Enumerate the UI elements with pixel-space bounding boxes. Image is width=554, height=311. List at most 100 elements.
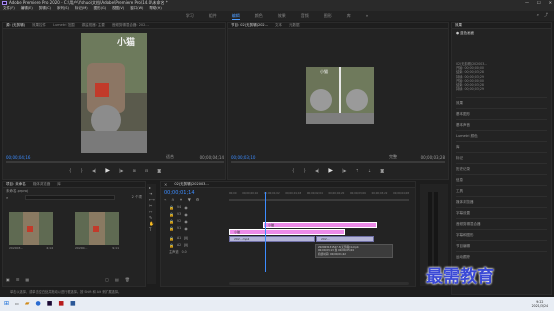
- tab-program[interactable]: 节目: 02(无剪辑)202...: [231, 23, 268, 28]
- workspace-assembly[interactable]: 组件: [209, 13, 217, 19]
- taskbar-clock[interactable]: 9:22 2021/3/24: [532, 300, 554, 308]
- program-step-forward-icon[interactable]: |▶: [342, 169, 346, 173]
- premiere-taskbar-icon[interactable]: ■: [47, 301, 53, 307]
- panel-item-essential-sound[interactable]: 基本声音: [456, 119, 547, 130]
- hand-tool-icon[interactable]: ✋: [149, 222, 154, 226]
- lock-icon[interactable]: 🔒: [169, 212, 174, 217]
- pen-tool-icon[interactable]: ✎: [149, 216, 154, 220]
- panel-item-tools[interactable]: 工具: [456, 185, 547, 196]
- video-clip[interactable]: 202...: [316, 236, 374, 242]
- search-icon[interactable]: ⌕: [537, 13, 539, 17]
- overwrite-icon[interactable]: ⊟: [145, 169, 148, 173]
- export-frame-icon[interactable]: ◙: [380, 169, 384, 173]
- tab-source[interactable]: 源: (无剪辑): [6, 23, 25, 28]
- snap-icon[interactable]: ∩: [171, 198, 174, 202]
- eye-icon[interactable]: ◉: [184, 205, 188, 210]
- effects-preset[interactable]: ● 蓝色画面: [452, 29, 551, 38]
- slip-tool-icon[interactable]: ⇿: [149, 210, 154, 214]
- linked-icon[interactable]: ⚭: [179, 198, 182, 202]
- tab-lumetri-scopes[interactable]: Lumetri 范围: [53, 23, 75, 28]
- panel-item-history[interactable]: 历史记录: [456, 163, 547, 174]
- panel-item-libraries[interactable]: 库: [456, 141, 547, 152]
- timeline-scrollbar[interactable]: [229, 282, 409, 285]
- list-view-icon[interactable]: ☰: [16, 278, 20, 282]
- close-icon[interactable]: ✕: [549, 1, 552, 5]
- tab-media-browser[interactable]: 媒体浏览器: [33, 182, 51, 187]
- program-play-icon[interactable]: ▶: [328, 168, 333, 174]
- app-taskbar-icon[interactable]: ■: [58, 301, 64, 307]
- workspace-effects[interactable]: 效果: [278, 13, 286, 19]
- icon-view-icon[interactable]: ▦: [25, 278, 29, 282]
- selection-tool-icon[interactable]: ▸: [149, 186, 154, 190]
- eye-icon[interactable]: ◉: [184, 226, 188, 231]
- workspace-editing[interactable]: 编辑: [231, 13, 240, 20]
- lock-icon[interactable]: ▣: [6, 278, 10, 282]
- lock-icon[interactable]: 🔒: [169, 219, 174, 224]
- mark-out-icon[interactable]: }: [80, 169, 83, 173]
- source-scrubber[interactable]: [6, 161, 224, 163]
- file-explorer-icon[interactable]: ▰: [25, 301, 30, 307]
- lock-icon[interactable]: 🔒: [169, 243, 174, 248]
- panel-item-essential-graphics[interactable]: 基本图形: [456, 108, 547, 119]
- task-view-icon[interactable]: ▭: [15, 302, 19, 306]
- browser-icon[interactable]: ●: [35, 301, 40, 307]
- eye-icon[interactable]: ◉: [184, 219, 188, 224]
- title-clip[interactable]: 小猫: [229, 229, 345, 235]
- step-forward-icon[interactable]: |▶: [119, 169, 123, 173]
- tab-project[interactable]: 项目: 未命名: [6, 182, 26, 187]
- ripple-edit-tool-icon[interactable]: ⟷: [149, 198, 155, 202]
- tab-text[interactable]: 文本: [275, 23, 282, 28]
- wrench-icon[interactable]: ⚙: [196, 198, 200, 202]
- panel-item-audio-mixer[interactable]: 音频剪辑混合器: [456, 218, 547, 229]
- work-area-bar[interactable]: [229, 199, 409, 201]
- program-timecode[interactable]: 00;00;03;10: [231, 155, 255, 160]
- program-mark-in-icon[interactable]: {: [292, 169, 295, 173]
- new-bin-icon[interactable]: ▢: [105, 278, 109, 282]
- project-thumbnail[interactable]: [75, 212, 119, 245]
- workspace-audio[interactable]: 音频: [301, 13, 309, 19]
- maximize-icon[interactable]: ☐: [537, 1, 541, 5]
- panel-item-markers[interactable]: 标记: [456, 152, 547, 163]
- nest-icon[interactable]: ⌁: [164, 198, 166, 202]
- panel-item-captions[interactable]: 字幕设置: [456, 207, 547, 218]
- trash-icon[interactable]: 🗑: [125, 278, 130, 282]
- share-icon[interactable]: ⤴: [544, 13, 548, 17]
- workspace-graphics[interactable]: 图形: [324, 13, 332, 19]
- lift-icon[interactable]: ⇡: [355, 169, 358, 173]
- program-fit-dropdown[interactable]: 完整: [389, 154, 397, 160]
- eye-icon[interactable]: ◉: [184, 212, 188, 217]
- panel-item-effects[interactable]: 效果: [456, 97, 547, 108]
- workspace-color[interactable]: 颜色: [255, 13, 263, 19]
- source-fit-dropdown[interactable]: 适合: [166, 154, 174, 160]
- program-mark-out-icon[interactable]: }: [303, 169, 306, 173]
- word-taskbar-icon[interactable]: ■: [70, 301, 76, 307]
- insert-icon[interactable]: ⊞: [132, 169, 135, 173]
- timeline-ruler[interactable]: 00;00 00;00;00;16 00;00;01;02 00;00;01;1…: [229, 192, 409, 195]
- track-select-tool-icon[interactable]: ⇥: [149, 192, 154, 196]
- play-icon[interactable]: ▶: [105, 168, 110, 174]
- tab-libraries[interactable]: 库: [57, 182, 61, 187]
- program-scrubber[interactable]: [231, 161, 445, 163]
- windows-start-icon[interactable]: ⊞: [4, 301, 9, 307]
- master-mix-value[interactable]: 0.0: [182, 249, 187, 256]
- panel-item-media-browser[interactable]: 媒体浏览器: [456, 196, 547, 207]
- tab-effect-controls[interactable]: 效果控件: [32, 23, 46, 28]
- program-step-back-icon[interactable]: ◀|: [315, 169, 319, 173]
- panel-item-tracking[interactable]: 运动跟踪: [456, 251, 547, 262]
- timeline-timecode[interactable]: 00;00;01;14: [164, 190, 195, 196]
- video-clip[interactable]: 202...mp4: [229, 236, 315, 242]
- extract-icon[interactable]: ⇣: [368, 169, 371, 173]
- step-back-icon[interactable]: ◀|: [92, 169, 96, 173]
- lock-icon[interactable]: 🔒: [169, 226, 174, 231]
- close-tab-icon[interactable]: ✕: [164, 182, 167, 187]
- workspace-libraries[interactable]: 库: [347, 13, 351, 19]
- lock-icon[interactable]: 🔒: [169, 205, 174, 210]
- workspace-overflow-icon[interactable]: »: [366, 14, 368, 18]
- tab-metadata[interactable]: 元数据: [289, 23, 300, 28]
- tab-source-main[interactable]: 源监视器: 主要: [82, 23, 105, 28]
- panel-item-program-edit[interactable]: 节目编辑: [456, 240, 547, 251]
- project-search-input[interactable]: [24, 195, 115, 200]
- workspace-learn[interactable]: 学习: [186, 13, 194, 19]
- panel-item-graphics[interactable]: 字幕和图形: [456, 229, 547, 240]
- razor-tool-icon[interactable]: ✂: [149, 204, 154, 208]
